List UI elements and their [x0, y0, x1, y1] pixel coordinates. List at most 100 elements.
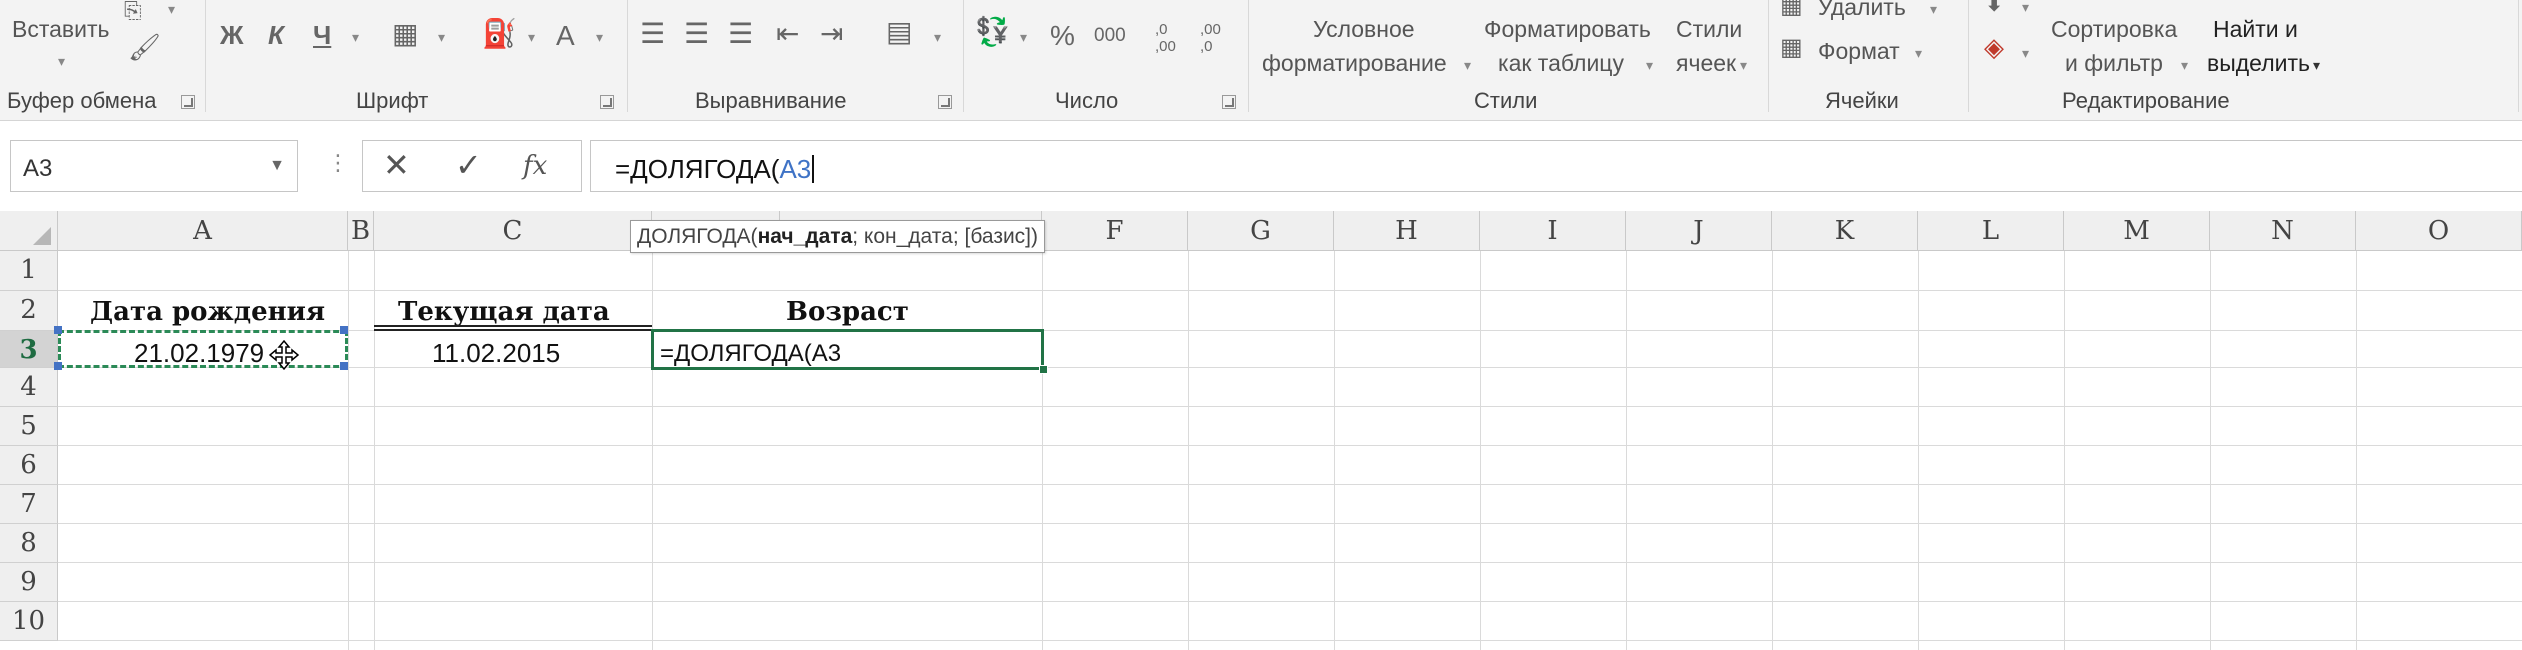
number-dialog-launcher[interactable] [1222, 95, 1236, 109]
column-header-a[interactable]: A [58, 211, 348, 251]
delete-cells-dropdown-icon[interactable]: ▾ [1930, 2, 1937, 16]
font-dialog-launcher[interactable] [600, 95, 614, 109]
borders-icon[interactable]: ▦ [392, 20, 418, 48]
sort-filter-button[interactable]: Сортировка и фильтр ▾ [2045, 10, 2205, 80]
cell-styles-button[interactable]: Стили ячеек ▾ [1668, 10, 1768, 80]
name-box[interactable]: A3 ▼ [10, 140, 298, 192]
row-header-4[interactable]: 4 [0, 368, 58, 407]
merge-cells-icon[interactable]: ▤ [886, 18, 912, 46]
cell-e2[interactable]: Возраст [786, 299, 909, 325]
increase-decimal-button[interactable]: ,0 ,00 [1155, 21, 1191, 55]
row-header-5[interactable]: 5 [0, 407, 58, 446]
format-as-table-button[interactable]: Форматировать как таблицу ▾ [1478, 10, 1668, 80]
formula-bar-splitter-icon[interactable]: ⋮ [327, 152, 349, 174]
format-painter-icon[interactable]: 🖌 [128, 34, 161, 60]
borders-dropdown-icon[interactable]: ▾ [438, 30, 445, 44]
active-cell-text: =ДОЛЯГОДА(A3 [660, 340, 842, 367]
group-number: Число [1055, 88, 1119, 113]
function-tooltip[interactable]: ДОЛЯГОДА(нач_дата; кон_дата; [базис]) [630, 220, 1046, 253]
conditional-formatting-line1: Условное [1313, 16, 1415, 42]
font-color-dropdown-icon[interactable]: ▾ [596, 30, 603, 44]
fill-color-icon[interactable]: ⛽ [482, 20, 517, 48]
marquee-handle[interactable] [340, 326, 348, 334]
delete-cells-button[interactable]: Удалить [1818, 0, 1906, 19]
format-as-table-line2: как таблицу [1498, 50, 1624, 76]
clear-dropdown-icon[interactable]: ▾ [2022, 46, 2029, 60]
italic-button[interactable]: К [268, 22, 284, 48]
percent-button[interactable]: % [1050, 22, 1075, 50]
paste-button[interactable]: Вставить ▾ [0, 0, 120, 82]
row-header-1[interactable]: 1 [0, 251, 58, 291]
cell-c2[interactable]: Текущая дата [398, 299, 610, 325]
enter-icon[interactable]: ✓ [455, 149, 482, 181]
column-header-o[interactable]: O [2356, 211, 2522, 251]
find-select-button[interactable]: Найти и выделить ▾ [2205, 10, 2335, 80]
formula-text: =ДОЛЯГОДА(A3 [615, 154, 815, 185]
alignment-dialog-launcher[interactable] [938, 95, 952, 109]
copy-dropdown-icon[interactable]: ▾ [168, 2, 175, 16]
column-header-g[interactable]: G [1188, 211, 1334, 251]
format-cells-icon[interactable]: ▦ [1780, 36, 1803, 60]
cell-c3[interactable]: 11.02.2015 [432, 340, 560, 366]
find-select-line2: выделить [2207, 50, 2310, 76]
row-header-6[interactable]: 6 [0, 446, 58, 485]
clear-eraser-icon[interactable]: ◈ [1984, 34, 2004, 60]
row-header-3[interactable]: 3 [0, 331, 58, 368]
row-header-8[interactable]: 8 [0, 524, 58, 563]
increase-indent-icon[interactable]: ⇥ [820, 20, 843, 48]
conditional-formatting-button[interactable]: Условное форматирование ▾ [1258, 10, 1478, 80]
marquee-handle[interactable] [54, 362, 62, 370]
column-header-i[interactable]: I [1480, 211, 1626, 251]
decrease-indent-icon[interactable]: ⇤ [776, 20, 799, 48]
delete-cells-icon[interactable]: ▦ [1780, 0, 1803, 18]
column-header-m[interactable]: M [2064, 211, 2210, 251]
underline-button[interactable]: Ч [313, 22, 331, 48]
column-header-b[interactable]: B [348, 211, 374, 251]
align-right-icon[interactable]: ☰ [728, 20, 753, 48]
row-header-7[interactable]: 7 [0, 485, 58, 524]
decrease-decimal-button[interactable]: ,00 ,0 [1200, 21, 1236, 55]
format-as-table-dropdown-icon: ▾ [1646, 57, 1654, 73]
marquee-handle[interactable] [340, 362, 348, 370]
fill-handle[interactable] [1039, 365, 1048, 374]
column-header-h[interactable]: H [1334, 211, 1480, 251]
worksheet-grid[interactable]: A B C D E F G H I J K L M N O 1 2 3 4 5 … [0, 211, 2522, 650]
column-header-n[interactable]: N [2210, 211, 2356, 251]
move-cursor-icon [268, 339, 300, 371]
bold-button[interactable]: Ж [220, 22, 244, 48]
cell-a2[interactable]: Дата рождения [90, 299, 325, 325]
fill-color-dropdown-icon[interactable]: ▾ [528, 30, 535, 44]
select-all-button[interactable] [0, 211, 58, 251]
column-header-f[interactable]: F [1042, 211, 1188, 251]
active-cell-e3[interactable]: =ДОЛЯГОДА(A3 [651, 329, 1044, 370]
format-cells-button[interactable]: Формат [1818, 40, 1900, 63]
column-header-j[interactable]: J [1626, 211, 1772, 251]
cancel-icon[interactable]: ✕ [383, 149, 410, 181]
row-header-9[interactable]: 9 [0, 563, 58, 602]
clipboard-dialog-launcher[interactable] [181, 95, 195, 109]
column-header-l[interactable]: L [1918, 211, 2064, 251]
currency-format-icon[interactable]: 💱 [975, 18, 1010, 46]
name-box-dropdown-icon[interactable]: ▼ [269, 157, 285, 175]
fill-icon[interactable]: ⬇ [1984, 0, 2004, 16]
row-header-10[interactable]: 10 [0, 602, 58, 641]
underline-dropdown-icon[interactable]: ▾ [352, 30, 359, 44]
thousands-separator-button[interactable]: 000 [1094, 26, 1126, 45]
align-center-icon[interactable]: ☰ [684, 20, 709, 48]
column-header-c[interactable]: C [374, 211, 652, 251]
paste-dropdown-icon: ▾ [58, 53, 66, 69]
column-header-k[interactable]: K [1772, 211, 1918, 251]
insert-function-icon[interactable]: fx [523, 153, 547, 179]
formula-input[interactable]: =ДОЛЯГОДА(A3 [590, 140, 2522, 192]
merge-dropdown-icon[interactable]: ▾ [934, 30, 941, 44]
find-select-dropdown-icon: ▾ [2313, 57, 2321, 73]
row-header-2[interactable]: 2 [0, 291, 58, 331]
align-left-icon[interactable]: ☰ [640, 20, 665, 48]
marquee-handle[interactable] [54, 326, 62, 334]
group-styles: Стили [1474, 88, 1538, 113]
font-color-button[interactable]: A [556, 22, 575, 50]
currency-dropdown-icon[interactable]: ▾ [1020, 30, 1027, 44]
copy-icon[interactable]: ⎘ [124, 0, 142, 22]
format-cells-dropdown-icon[interactable]: ▾ [1915, 46, 1922, 60]
fill-dropdown-icon[interactable]: ▾ [2022, 0, 2029, 14]
